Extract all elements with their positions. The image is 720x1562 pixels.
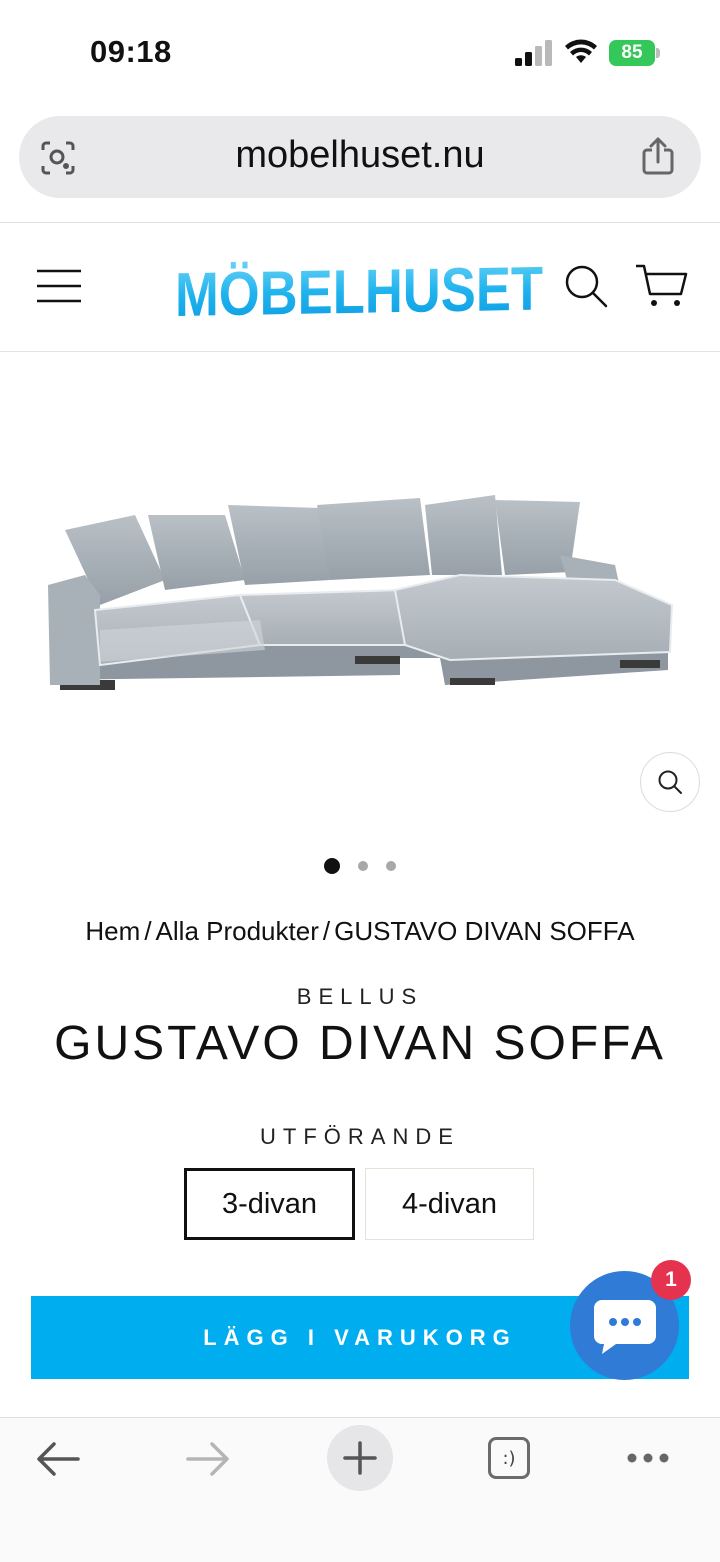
breadcrumb-home[interactable]: Hem: [85, 916, 140, 946]
chat-bubble-icon: [593, 1299, 656, 1354]
header-divider: [0, 351, 720, 352]
cellular-signal-icon: [515, 40, 552, 66]
svg-text:MÖBELHUSET: MÖBELHUSET: [175, 255, 543, 326]
gallery-dot-1[interactable]: [324, 858, 340, 874]
breadcrumb-current: GUSTAVO DIVAN SOFFA: [334, 916, 635, 946]
back-arrow-icon[interactable]: [36, 1440, 80, 1478]
breadcrumb: Hem / Alla Produkter / GUSTAVO DIVAN SOFFA: [0, 916, 720, 947]
product-brand: BELLUS: [296, 984, 424, 1009]
chat-notification-badge: 1: [651, 1260, 691, 1300]
gallery-dot-2[interactable]: [358, 861, 368, 871]
search-icon[interactable]: [564, 264, 608, 308]
variant-option-4-divan[interactable]: 4-divan: [365, 1168, 534, 1240]
variant-label: UTFÖRANDE: [260, 1124, 460, 1149]
gallery-dot-3[interactable]: [386, 861, 396, 871]
breadcrumb-separator: /: [144, 916, 152, 946]
battery-level: 85: [621, 42, 643, 63]
tabs-switcher-icon[interactable]: :): [488, 1437, 530, 1479]
battery-tip: [656, 48, 660, 58]
product-image[interactable]: [40, 480, 680, 710]
new-tab-button[interactable]: [327, 1425, 393, 1491]
zoom-button[interactable]: [640, 752, 700, 812]
forward-arrow-icon[interactable]: [186, 1440, 230, 1478]
site-logo[interactable]: MÖBELHUSET: [172, 250, 547, 326]
url-text[interactable]: mobelhuset.nu: [0, 134, 720, 177]
share-icon[interactable]: [640, 136, 676, 176]
toolbar-divider: [0, 222, 720, 223]
hamburger-menu-icon[interactable]: [37, 268, 81, 304]
variant-option-3-divan[interactable]: 3-divan: [184, 1168, 355, 1240]
battery-indicator: 85: [609, 40, 655, 66]
breadcrumb-separator: /: [322, 916, 331, 946]
cart-icon[interactable]: [635, 262, 689, 310]
plus-icon: [343, 1441, 377, 1475]
breadcrumb-all-products[interactable]: Alla Produkter: [156, 916, 319, 946]
status-time: 09:18: [90, 34, 172, 69]
more-options-icon[interactable]: [626, 1448, 670, 1468]
product-title: GUSTAVO DIVAN SOFFA: [54, 1017, 666, 1070]
gallery-pagination: [0, 858, 720, 874]
wifi-icon: [565, 39, 597, 63]
zoom-icon: [658, 770, 682, 794]
